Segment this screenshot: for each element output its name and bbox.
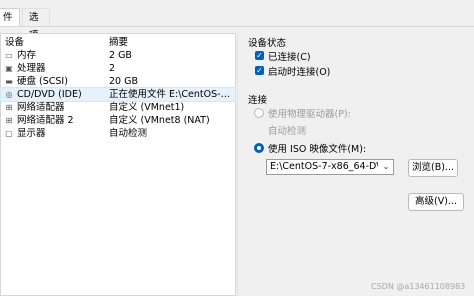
device-label: 处理器 [17,63,46,74]
device-row-harddisk[interactable]: ▬ 硬盘 (SCSI) 20 GB [1,75,235,88]
iso-image-radio[interactable] [254,143,264,153]
connected-checkbox[interactable]: ✓ [255,51,264,60]
device-summary: 20 GB [109,76,138,87]
watermark: CSDN @a13461108983 [371,282,466,291]
cpu-icon: ▣ [5,64,13,73]
display-icon: ▢ [5,129,13,138]
cd-dvd-icon: ◎ [5,90,13,99]
tab-hardware[interactable]: 件 [0,8,20,26]
device-list-header: 设备 摘要 [1,36,235,49]
device-label: 显示器 [17,128,46,139]
physical-drive-label[interactable]: 使用物理驱动器(P): [268,106,351,120]
device-summary: 2 GB [109,50,132,61]
chevron-down-icon[interactable]: ⌄ [381,160,391,174]
column-header-summary[interactable]: 摘要 [109,36,235,49]
device-label: 网络适配器 [17,102,65,113]
harddisk-icon: ▬ [5,77,13,86]
iso-image-label[interactable]: 使用 ISO 映像文件(M): [268,141,366,155]
column-header-device[interactable]: 设备 [5,36,24,49]
device-label: 网络适配器 2 [17,115,74,126]
device-summary: 自动检测 [109,128,148,139]
connect-at-power-on-label[interactable]: 启动时连接(O) [268,64,330,78]
memory-icon: ▭ [5,51,13,60]
device-label: 硬盘 (SCSI) [17,76,68,87]
device-row-display[interactable]: ▢ 显示器 自动检测 [1,127,235,140]
browse-button[interactable]: 浏览(B)... [408,159,458,177]
device-row-cd-dvd[interactable]: ◎ CD/DVD (IDE) 正在使用文件 E:\CentOS-7-x8... [0,87,236,102]
device-label: 内存 [17,50,37,61]
iso-path-value[interactable]: E:\CentOS-7-x86_64-DVD-1804 [270,160,378,174]
device-summary: 2 [109,63,116,74]
connection-title: 连接 [248,95,268,106]
advanced-button[interactable]: 高级(V)... [408,193,464,211]
device-status-title: 设备状态 [248,38,287,49]
iso-path-combobox[interactable]: E:\CentOS-7-x86_64-DVD-1804 ⌄ [266,159,394,175]
tab-options[interactable]: 选项 [22,8,50,41]
panel-divider [237,33,238,296]
device-list: 设备 摘要 ▭ 内存 2 GB ▣ 处理器 2 ▬ 硬盘 (SCSI) 20 G… [0,33,236,296]
physical-drive-radio[interactable] [254,108,264,118]
device-row-memory[interactable]: ▭ 内存 2 GB [1,49,235,62]
device-row-network-adapter[interactable]: ⊞ 网络适配器 自定义 (VMnet1) [1,101,235,114]
device-label: CD/DVD (IDE) [17,89,82,100]
network-adapter-icon: ⊞ [5,116,13,125]
tab-bar: 件 选项 [0,0,474,41]
connected-label[interactable]: 已连接(C) [268,49,311,63]
device-row-cpu[interactable]: ▣ 处理器 2 [1,62,235,75]
network-adapter-icon: ⊞ [5,103,13,112]
device-summary: 自定义 (VMnet8 (NAT) [109,115,210,126]
connect-at-power-on-checkbox[interactable]: ✓ [255,66,264,75]
device-row-network-adapter-2[interactable]: ⊞ 网络适配器 2 自定义 (VMnet8 (NAT) [1,114,235,127]
device-summary: 正在使用文件 E:\CentOS-7-x8... [109,89,235,100]
physical-drive-select: 自动检测 [268,126,307,137]
device-summary: 自定义 (VMnet1) [109,102,185,113]
